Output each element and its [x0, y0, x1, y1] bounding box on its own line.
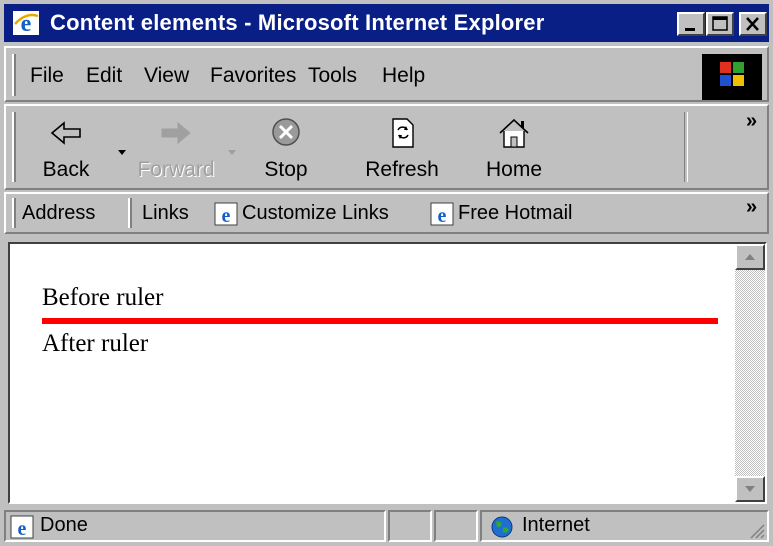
security-zone-panel[interactable]: Internet [480, 510, 769, 542]
toolbar-grip[interactable] [12, 112, 16, 182]
windows-logo-throbber [702, 54, 762, 100]
globe-icon [491, 516, 513, 538]
after-ruler-text: After ruler [42, 330, 149, 357]
maximize-icon [712, 16, 728, 31]
status-panel-secure [434, 510, 478, 542]
status-panel-progress [388, 510, 432, 542]
close-button[interactable] [739, 12, 767, 36]
window-title: Content elements - Microsoft Internet Ex… [50, 10, 545, 35]
status-text-panel: e Done [4, 510, 386, 542]
svg-text:e: e [222, 205, 231, 226]
ie-logo-icon: e [13, 11, 39, 36]
address-label[interactable]: Address [22, 202, 95, 225]
minimize-button[interactable] [677, 12, 705, 36]
free-hotmail-link[interactable]: Free Hotmail [458, 202, 572, 225]
toolbar-separator [684, 112, 688, 182]
refresh-icon [392, 118, 414, 148]
address-links-bar: Address Links e Customize Links e Free H… [4, 192, 769, 234]
title-bar[interactable]: e Content elements - Microsoft Internet … [4, 4, 769, 42]
page-content-frame: Before ruler After ruler [8, 242, 767, 504]
back-arrow-icon [50, 121, 81, 145]
refresh-label: Refresh [365, 158, 439, 181]
back-dropdown-icon[interactable] [118, 150, 126, 155]
browser-window: e Content elements - Microsoft Internet … [0, 0, 773, 546]
before-ruler-text: Before ruler [42, 284, 164, 311]
forward-label: Forward [137, 158, 215, 181]
links-bar-grip[interactable] [128, 198, 132, 228]
close-icon [746, 17, 759, 31]
svg-text:e: e [18, 518, 27, 539]
status-bar: e Done Internet [4, 508, 769, 544]
arrow-down-icon [745, 486, 755, 492]
menu-bar-grip[interactable] [12, 54, 16, 96]
security-zone-label: Internet [522, 514, 590, 536]
maximize-button[interactable] [706, 12, 734, 36]
refresh-button[interactable]: Refresh [362, 110, 442, 186]
ie-page-icon: e [214, 202, 238, 226]
forward-arrow-icon [161, 121, 191, 145]
home-icon [499, 118, 529, 148]
stop-icon [272, 118, 300, 146]
scroll-down-button[interactable] [735, 476, 765, 502]
home-button[interactable]: Home [474, 110, 554, 186]
menu-bar: File Edit View Favorites Tools Help [4, 46, 769, 102]
horizontal-ruler [42, 318, 718, 324]
arrow-up-icon [745, 254, 755, 260]
standard-toolbar: Back Forward Stop Refresh Home » [4, 104, 769, 190]
ie-page-icon: e [10, 515, 34, 539]
menu-file[interactable]: File [30, 64, 64, 88]
scroll-up-button[interactable] [735, 244, 765, 270]
document-body: Before ruler After ruler [12, 246, 734, 500]
menu-favorites[interactable]: Favorites [210, 64, 296, 88]
menu-edit[interactable]: Edit [86, 64, 122, 88]
address-bar-grip[interactable] [12, 198, 16, 228]
vertical-scrollbar[interactable] [735, 244, 765, 502]
stop-button[interactable]: Stop [246, 110, 326, 186]
windows-flag-icon [720, 62, 744, 86]
linkbar-chevron-icon[interactable]: » [746, 196, 757, 219]
ie-page-icon: e [430, 202, 454, 226]
back-label: Back [42, 158, 90, 181]
toolbar-chevron-icon[interactable]: » [746, 110, 757, 133]
minimize-icon [685, 28, 695, 31]
menu-help[interactable]: Help [382, 64, 425, 88]
back-button[interactable]: Back [26, 110, 106, 186]
menu-tools[interactable]: Tools [308, 64, 357, 88]
status-text: Done [40, 514, 88, 536]
svg-text:e: e [438, 205, 447, 226]
home-label: Home [485, 158, 543, 181]
menu-view[interactable]: View [144, 64, 189, 88]
customize-links-link[interactable]: Customize Links [242, 202, 389, 225]
resize-grip-icon[interactable] [747, 521, 765, 539]
forward-dropdown-icon[interactable] [228, 150, 236, 155]
links-label[interactable]: Links [142, 202, 189, 225]
forward-button[interactable]: Forward [136, 110, 216, 186]
stop-label: Stop [264, 158, 308, 181]
